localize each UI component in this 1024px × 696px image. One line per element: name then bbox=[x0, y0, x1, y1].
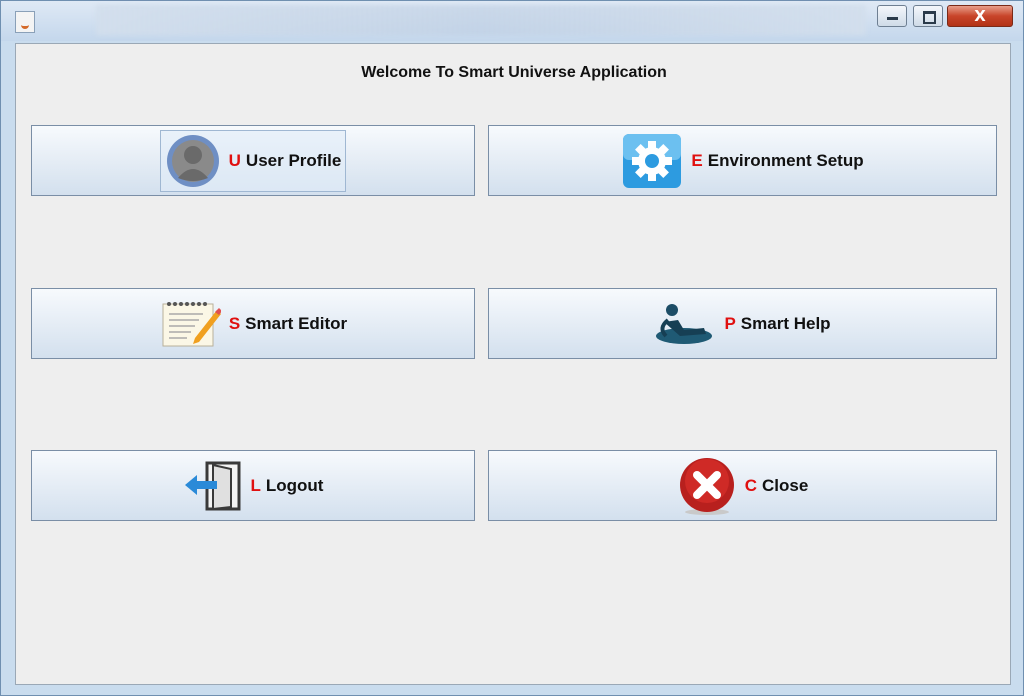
close-glyph: X bbox=[974, 7, 986, 25]
smart-help-button[interactable]: P Smart Help bbox=[488, 288, 997, 359]
mnemonic-c: C bbox=[744, 475, 757, 495]
gear-icon bbox=[621, 132, 683, 190]
title-bar[interactable]: X bbox=[1, 1, 1023, 41]
close-x-icon bbox=[677, 456, 737, 516]
close-button[interactable]: C Close bbox=[488, 450, 997, 521]
environment-setup-button[interactable]: E Environment Setup bbox=[488, 125, 997, 196]
app-window: X Welcome To Smart Universe Application … bbox=[0, 0, 1024, 696]
environment-setup-label: Environment Setup bbox=[707, 150, 864, 170]
close-label: Close bbox=[761, 475, 809, 495]
smart-editor-label: Smart Editor bbox=[245, 313, 348, 333]
mnemonic-u: U bbox=[228, 150, 241, 170]
main-panel: Welcome To Smart Universe Application U … bbox=[15, 43, 1011, 685]
maximize-button[interactable] bbox=[913, 5, 943, 27]
user-profile-label: User Profile bbox=[245, 150, 342, 170]
exit-door-icon bbox=[183, 459, 243, 513]
logout-label: Logout bbox=[265, 475, 324, 495]
mnemonic-s: S bbox=[228, 313, 241, 333]
welcome-title: Welcome To Smart Universe Application bbox=[361, 64, 667, 81]
wheelchair-icon bbox=[654, 302, 716, 346]
logout-button[interactable]: L Logout bbox=[31, 450, 475, 521]
mnemonic-l: L bbox=[250, 475, 261, 495]
mnemonic-e: E bbox=[691, 150, 703, 170]
user-avatar-icon bbox=[165, 134, 221, 188]
user-profile-button[interactable]: U User Profile bbox=[31, 125, 475, 196]
smart-help-label: Smart Help bbox=[740, 313, 831, 333]
window-close-button[interactable]: X bbox=[947, 5, 1013, 27]
mnemonic-p: P bbox=[724, 313, 736, 333]
minimize-button[interactable] bbox=[877, 5, 907, 27]
smart-editor-button[interactable]: S Smart Editor bbox=[31, 288, 475, 359]
java-app-icon[interactable] bbox=[15, 11, 35, 33]
blurred-taskbar bbox=[96, 5, 866, 35]
focus-ring: U User Profile bbox=[159, 129, 347, 192]
notepad-pencil-icon bbox=[159, 298, 221, 350]
